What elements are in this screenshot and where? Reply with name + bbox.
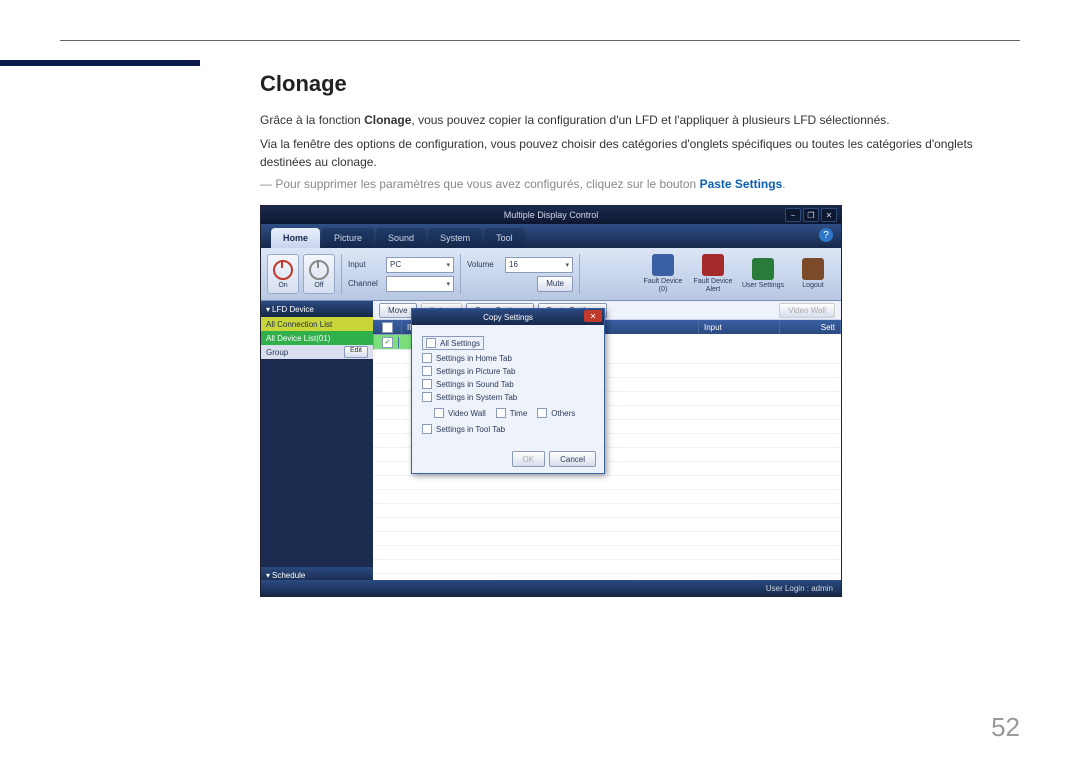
col-check: [373, 320, 402, 334]
close-button[interactable]: ✕: [821, 208, 837, 222]
col-setting: Sett: [780, 320, 841, 334]
copy-settings-modal: Copy Settings ✕ All Settings Settings in…: [411, 308, 605, 474]
tab-system[interactable]: System: [428, 228, 482, 248]
row-checkbox[interactable]: ✓: [382, 337, 393, 348]
paragraph-2: Via la fenêtre des options de configurat…: [260, 135, 1020, 171]
power-group: On Off: [267, 254, 335, 294]
modal-cancel-button[interactable]: Cancel: [549, 451, 596, 467]
user-icon: [752, 258, 774, 280]
content-area: Clonage Grâce à la fonction Clonage, vou…: [260, 71, 1020, 597]
opt-time[interactable]: Time: [496, 408, 527, 418]
para1-bold: Clonage: [364, 113, 411, 127]
sidebar-all-connection[interactable]: All Connection List: [261, 317, 373, 331]
opt-home-tab[interactable]: Settings in Home Tab: [422, 353, 594, 363]
paste-settings-ref: Paste Settings: [700, 177, 783, 191]
maximize-button[interactable]: ❐: [803, 208, 819, 222]
modal-ok-button[interactable]: OK: [512, 451, 546, 467]
input-label: Input: [348, 260, 382, 269]
tab-home[interactable]: Home: [271, 228, 320, 248]
para1-post: , vous pouvez copier la configuration d'…: [411, 113, 889, 127]
document-page: Clonage Grâce à la fonction Clonage, vou…: [0, 0, 1080, 763]
help-icon[interactable]: ?: [819, 228, 833, 242]
status-bar: User Login : admin: [261, 580, 841, 596]
sidebar: LFD Device All Connection List All Devic…: [261, 301, 373, 597]
fault-device-button[interactable]: Fault Device (0): [641, 254, 685, 293]
note-post: .: [782, 177, 785, 191]
logout-icon: [802, 258, 824, 280]
note-line: Pour supprimer les paramètres que vous a…: [260, 177, 1020, 191]
tab-tool[interactable]: Tool: [484, 228, 525, 248]
ribbon: On Off Input PC Channel Volume 16 Mute Fau…: [261, 248, 841, 301]
opt-picture-tab[interactable]: Settings in Picture Tab: [422, 366, 594, 376]
logout-button[interactable]: Logout: [791, 258, 835, 290]
sidebar-all-device[interactable]: All Device List(01): [261, 331, 373, 345]
app-title: Multiple Display Control: [504, 210, 599, 220]
section-heading: Clonage: [260, 71, 1020, 97]
modal-body: All Settings Settings in Home Tab Settin…: [412, 325, 604, 445]
input-channel-group: Input PC Channel: [348, 257, 454, 292]
col-input: Input: [699, 320, 780, 334]
power-off-label: Off: [314, 282, 323, 289]
divider: [460, 254, 461, 294]
titlebar: Multiple Display Control − ❐ ✕: [261, 206, 841, 224]
opt-system-tab[interactable]: Settings in System Tab: [422, 392, 594, 402]
power-on-icon: [273, 260, 293, 280]
app-screenshot: Multiple Display Control − ❐ ✕ Home Pict…: [260, 205, 842, 597]
sidebar-fill: [261, 359, 373, 567]
note-pre: Pour supprimer les paramètres que vous a…: [275, 177, 699, 191]
volume-group: Volume 16 Mute: [467, 257, 573, 292]
modal-title: Copy Settings ✕: [412, 309, 604, 325]
tab-picture[interactable]: Picture: [322, 228, 374, 248]
status-text: User Login : admin: [766, 584, 833, 593]
main-tabs: Home Picture Sound System Tool ?: [261, 224, 841, 248]
minimize-button[interactable]: −: [785, 208, 801, 222]
channel-label: Channel: [348, 279, 382, 288]
fault-alert-button[interactable]: Fault Device Alert: [691, 254, 735, 293]
modal-close-button[interactable]: ✕: [584, 310, 602, 322]
alert-icon: [702, 254, 724, 276]
divider: [579, 254, 580, 294]
divider: [341, 254, 342, 294]
user-settings-button[interactable]: User Settings: [741, 258, 785, 290]
modal-footer: OK Cancel: [412, 445, 604, 473]
power-on-label: On: [278, 282, 287, 289]
video-wall-button[interactable]: Video Wall: [779, 303, 835, 318]
tab-sound[interactable]: Sound: [376, 228, 426, 248]
opt-video-wall[interactable]: Video Wall: [434, 408, 486, 418]
power-on-button[interactable]: On: [267, 254, 299, 294]
page-number: 52: [991, 712, 1020, 743]
channel-select[interactable]: [386, 276, 454, 292]
monitor-icon: [652, 254, 674, 276]
opt-sound-tab[interactable]: Settings in Sound Tab: [422, 379, 594, 389]
power-off-button[interactable]: Off: [303, 254, 335, 294]
volume-label: Volume: [467, 260, 501, 269]
opt-all-settings[interactable]: All Settings: [422, 336, 484, 350]
volume-select[interactable]: 16: [505, 257, 573, 273]
divider: [60, 40, 1020, 41]
sidebar-group-row: Group Edit: [261, 345, 373, 359]
edit-button[interactable]: Edit: [344, 346, 368, 358]
paragraph-1: Grâce à la fonction Clonage, vous pouvez…: [260, 111, 1020, 129]
decorative-rule: [0, 60, 200, 66]
opt-others[interactable]: Others: [537, 408, 575, 418]
window-buttons: − ❐ ✕: [785, 208, 837, 222]
mute-button[interactable]: Mute: [537, 276, 573, 292]
checkbox-all[interactable]: [382, 322, 393, 333]
checkbox-icon: [426, 338, 436, 348]
para1-pre: Grâce à la fonction: [260, 113, 364, 127]
opt-tool-tab[interactable]: Settings in Tool Tab: [422, 424, 594, 434]
group-label: Group: [266, 348, 288, 357]
input-select[interactable]: PC: [386, 257, 454, 273]
lfd-device-header[interactable]: LFD Device: [261, 301, 373, 317]
power-off-icon: [309, 260, 329, 280]
